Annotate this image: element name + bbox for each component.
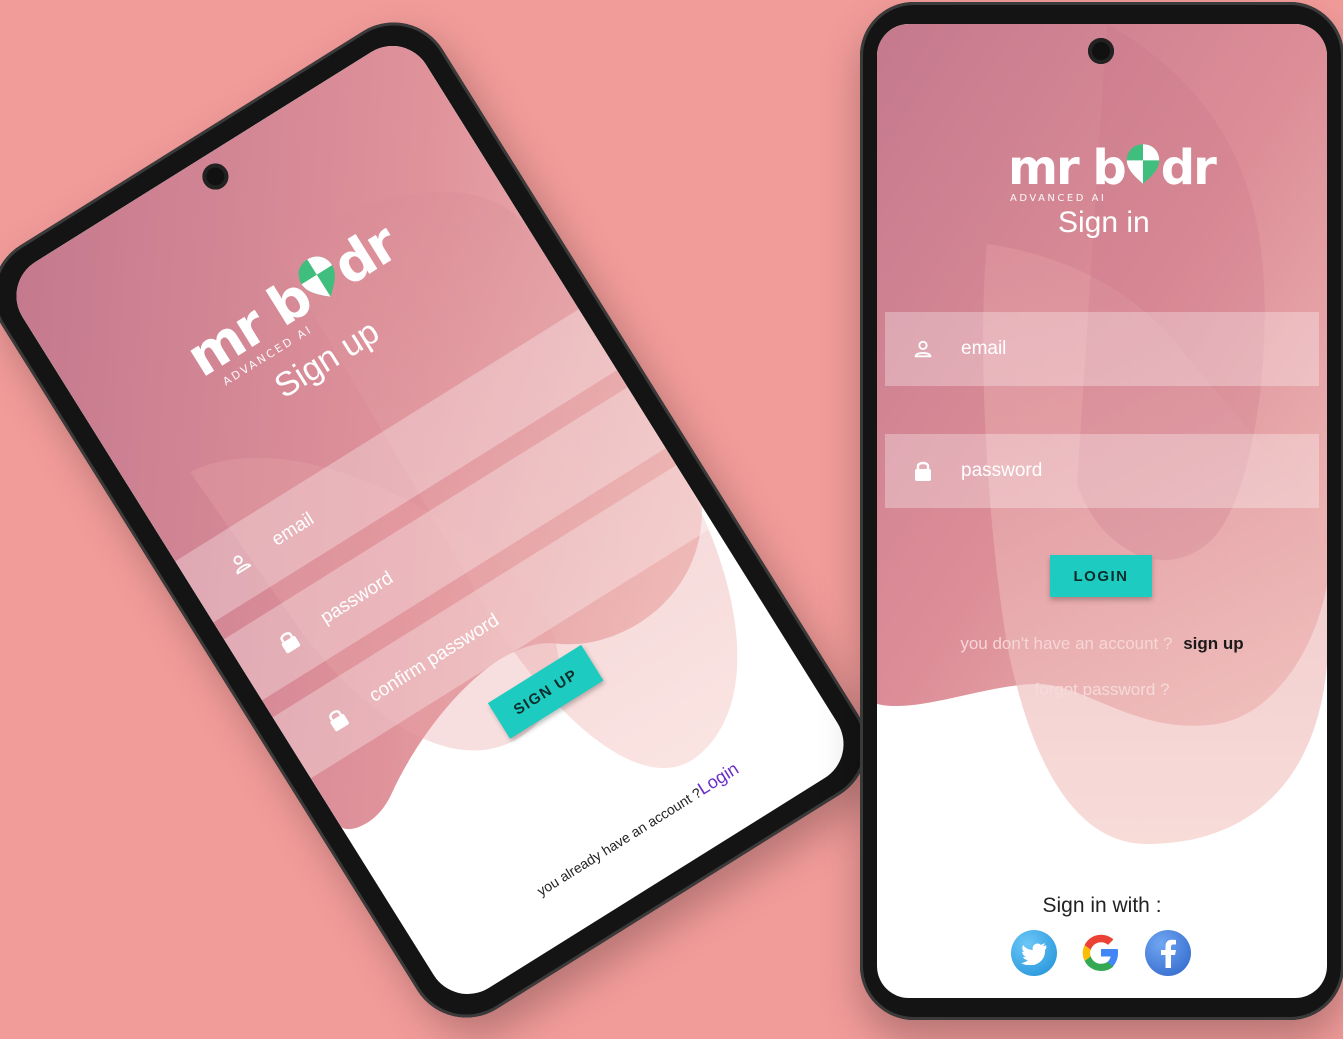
email-field[interactable]: email [885, 312, 1319, 386]
social-title: Sign in with : [1042, 894, 1162, 917]
logo-text-left: mr b [1008, 140, 1127, 196]
brand-logo: mr b dr ADVANCED AI [1008, 140, 1217, 204]
twitter-icon[interactable] [1011, 930, 1057, 976]
lock-icon [911, 459, 935, 483]
signup-prompt: you don't have an account ? sign up [877, 634, 1327, 654]
password-field[interactable]: password [885, 434, 1319, 508]
email-placeholder: email [268, 508, 318, 551]
signup-screen: mr b dr ADVANCED AI Sign up email passwo… [1, 30, 859, 1010]
phone-signup: mr b dr ADVANCED AI Sign up email passwo… [0, 0, 889, 1039]
facebook-icon[interactable] [1145, 930, 1191, 976]
google-icon[interactable] [1078, 930, 1124, 976]
logo-text-right: dr [1160, 140, 1217, 196]
user-icon [224, 547, 257, 580]
lock-icon [321, 703, 354, 736]
sign-up-link[interactable]: sign up [1183, 634, 1243, 653]
front-camera [1088, 38, 1114, 64]
email-placeholder: email [961, 338, 1007, 359]
user-icon [911, 337, 935, 361]
logo-pin-icon [1125, 142, 1161, 194]
phone-signin: mr b dr ADVANCED AI Sign in email passwo… [860, 2, 1343, 1020]
password-placeholder: password [316, 567, 397, 629]
signin-screen: mr b dr ADVANCED AI Sign in email passwo… [877, 24, 1327, 998]
page-title: Sign in [1058, 206, 1150, 239]
password-placeholder: password [961, 460, 1043, 481]
login-button[interactable]: LOGIN [1050, 555, 1152, 597]
signup-prompt-text: you don't have an account ? [960, 634, 1173, 653]
forgot-password-link[interactable]: forgot password ? [877, 680, 1327, 700]
logo-tagline: ADVANCED AI [1010, 193, 1107, 204]
lock-icon [272, 625, 305, 658]
